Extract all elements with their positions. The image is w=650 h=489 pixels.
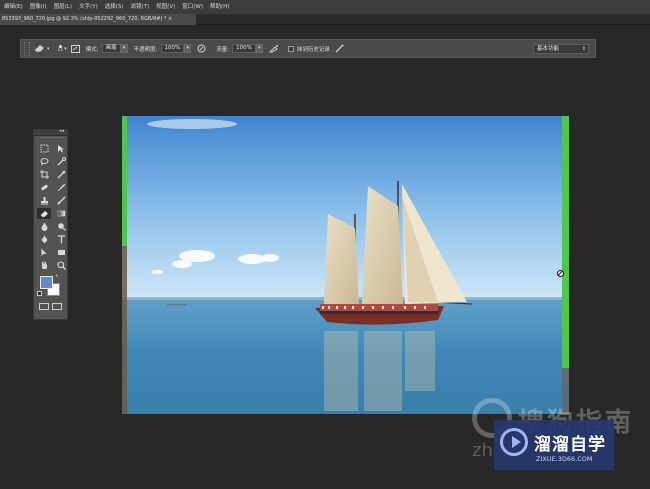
workspace-switcher[interactable]: 基本功能 ⇕ [533,44,589,54]
options-bar-grip[interactable] [24,41,30,56]
eraser-tool-icon[interactable] [34,44,46,53]
tools-panel: ◂◂ ↰ [33,128,68,320]
pressure-size-icon[interactable] [335,44,344,53]
tools-panel-grip[interactable] [38,137,63,141]
menu-view[interactable]: 视图(V) [156,0,175,14]
menu-edit[interactable]: 编辑(E) [4,0,23,14]
path-select-icon[interactable] [37,247,51,258]
zoom-icon[interactable] [54,260,68,271]
collapse-panel-icon[interactable]: ◂◂ [59,128,64,134]
flow-slider-arrow[interactable]: ▾ [255,44,263,53]
erase-to-history-checkbox[interactable] [287,45,294,52]
screen-mode-icon[interactable] [52,303,63,310]
mode-dropdown-arrow[interactable]: ▾ [120,44,128,53]
hand-icon[interactable] [37,260,51,271]
menu-window[interactable]: 窗口(W) [182,0,203,14]
rect-marquee-icon[interactable] [37,143,51,154]
color-swatches: ↰ [34,274,67,300]
pressure-opacity-icon[interactable] [197,44,206,53]
distant-boat [167,304,187,306]
airbrush-icon[interactable] [268,44,279,53]
menu-bar: 编辑(E) 图像(I) 图层(L) 文字(Y) 选择(S) 滤镜(T) 视图(V… [0,0,650,14]
history-brush-icon[interactable] [54,195,68,206]
brush-panel-icon[interactable] [70,44,80,53]
menu-image[interactable]: 图像(I) [30,0,47,14]
swap-colors-icon[interactable]: ↰ [55,274,59,280]
document-tab[interactable]: 853393_960_720.jpg @ 92.3% (ship-952292_… [0,14,196,25]
rect-shape-icon[interactable] [54,247,68,258]
green-strip-left [122,116,127,246]
opacity-label: 不透明度: [133,46,158,53]
chevron-down-icon[interactable]: ▾ [47,46,50,52]
menu-filter[interactable]: 滤镜(T) [131,0,150,14]
eyedropper-icon[interactable] [54,169,68,180]
sogou-watermark-url: zh [472,440,493,461]
chevron-down-icon[interactable]: ▾ [64,46,67,52]
opacity-slider-arrow[interactable]: ▾ [184,44,192,53]
flow-input[interactable]: 100% [232,44,256,53]
mode-select[interactable]: 画笔 [101,44,121,53]
menu-type[interactable]: 文字(Y) [79,0,98,14]
chevron-down-icon: ⇕ [581,46,586,52]
document-tab-bar: 853393_960_720.jpg @ 92.3% (ship-952292_… [0,14,650,25]
rock-strip-left [122,246,127,414]
menu-select[interactable]: 选择(S) [105,0,124,14]
workspace-value: 基本功能 [537,46,560,52]
erase-to-history-label: 抹到历史记录 [296,46,330,53]
eraser-cursor-icon [557,270,564,277]
dodge-icon[interactable] [54,221,68,232]
sailing-ship-photo [122,116,569,414]
lasso-icon[interactable] [37,156,51,167]
crop-icon[interactable] [37,169,51,180]
tools-grid [34,142,67,271]
pen-icon[interactable] [37,234,51,245]
clone-stamp-icon[interactable] [37,195,51,206]
blur-icon[interactable] [37,221,51,232]
move-icon[interactable] [54,143,68,154]
menu-help[interactable]: 帮助(H) [210,0,229,14]
photoshop-window: 编辑(E) 图像(I) 图层(L) 文字(Y) 选择(S) 滤镜(T) 视图(V… [0,0,650,489]
green-strip-right [562,116,569,368]
document-canvas[interactable] [122,116,569,414]
quick-mask-icon[interactable] [38,303,49,310]
eraser-icon[interactable] [37,208,51,219]
mode-label: 模式: [85,46,99,53]
brush-icon[interactable] [54,182,68,193]
tools-panel-header[interactable]: ◂◂ [34,128,67,136]
gradient-icon[interactable] [54,208,68,219]
quick-select-icon[interactable] [54,156,68,167]
flow-label: 流量: [216,46,230,53]
play-logo-icon [500,428,528,456]
default-colors-icon[interactable] [37,291,42,296]
zixue-title: 溜溜自学 [534,435,606,455]
tool-options-bar: ▾ 11 ▾ 模式: 画笔 ▾ 不透明度: 100% ▾ 流量: 100% ▾ … [20,39,596,58]
zixue-watermark: 溜溜自学 ZIXUE.3D66.COM [494,420,614,470]
brush-size-value: 11 [57,47,64,53]
opacity-input[interactable]: 100% [160,44,185,53]
foreground-color-swatch[interactable] [40,276,53,289]
menu-layer[interactable]: 图层(L) [54,0,72,14]
tools-bottom-row [34,300,67,313]
spot-heal-icon[interactable] [37,182,51,193]
type-icon[interactable] [54,234,68,245]
zixue-url: ZIXUE.3D66.COM [536,455,593,463]
brush-preset-icon[interactable]: 11 [57,44,64,53]
